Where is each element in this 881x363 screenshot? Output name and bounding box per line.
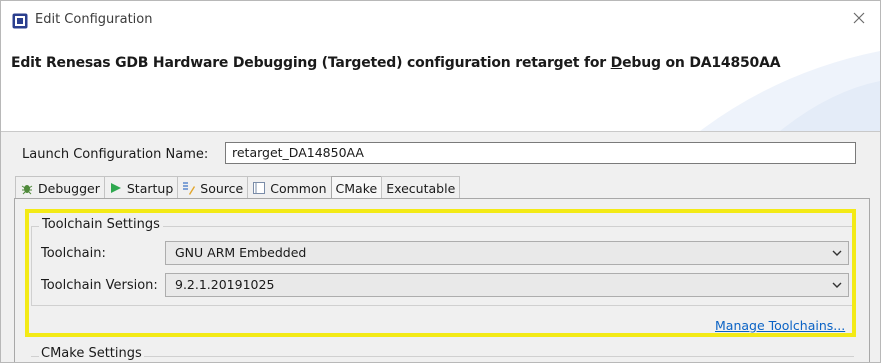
tab-startup[interactable]: Startup — [103, 176, 179, 199]
tab-label: Common — [270, 180, 327, 196]
tab-common[interactable]: Common — [247, 176, 332, 199]
launch-config-name-label: Launch Configuration Name: — [22, 147, 209, 162]
bug-icon — [21, 185, 33, 195]
tab-executable[interactable]: Executable — [381, 176, 461, 199]
play-icon — [110, 183, 121, 193]
config-tabs: Debugger Startup Source Common CMake Exe… — [15, 176, 461, 200]
tab-source[interactable]: Source — [177, 176, 249, 199]
app-icon — [12, 13, 28, 29]
title-bar: Edit Configuration — [1, 1, 880, 41]
tab-cmake[interactable]: CMake — [330, 176, 383, 200]
banner-decoration — [700, 51, 880, 131]
cmake-settings-group — [31, 356, 854, 362]
tab-label: Source — [200, 180, 244, 196]
source-icon — [183, 182, 196, 195]
launch-config-name-input[interactable]: retarget_DA14850AA — [225, 142, 856, 164]
tab-label: Startup — [126, 180, 174, 196]
launch-config-name-row: Launch Configuration Name: retarget_DA14… — [14, 142, 869, 166]
common-icon — [253, 182, 266, 194]
header-banner: Edit Renesas GDB Hardware Debugging (Tar… — [1, 41, 880, 132]
cmake-settings-title: CMake Settings — [39, 346, 144, 361]
tab-label: CMake — [335, 181, 378, 196]
tab-label: Debugger — [38, 180, 100, 196]
close-icon[interactable] — [850, 9, 868, 27]
window-title: Edit Configuration — [35, 12, 153, 27]
tab-debugger[interactable]: Debugger — [15, 176, 105, 199]
edit-configuration-dialog: Edit Configuration Edit Renesas GDB Hard… — [0, 0, 881, 363]
tab-label: Executable — [386, 180, 456, 196]
highlight-box — [25, 209, 856, 337]
